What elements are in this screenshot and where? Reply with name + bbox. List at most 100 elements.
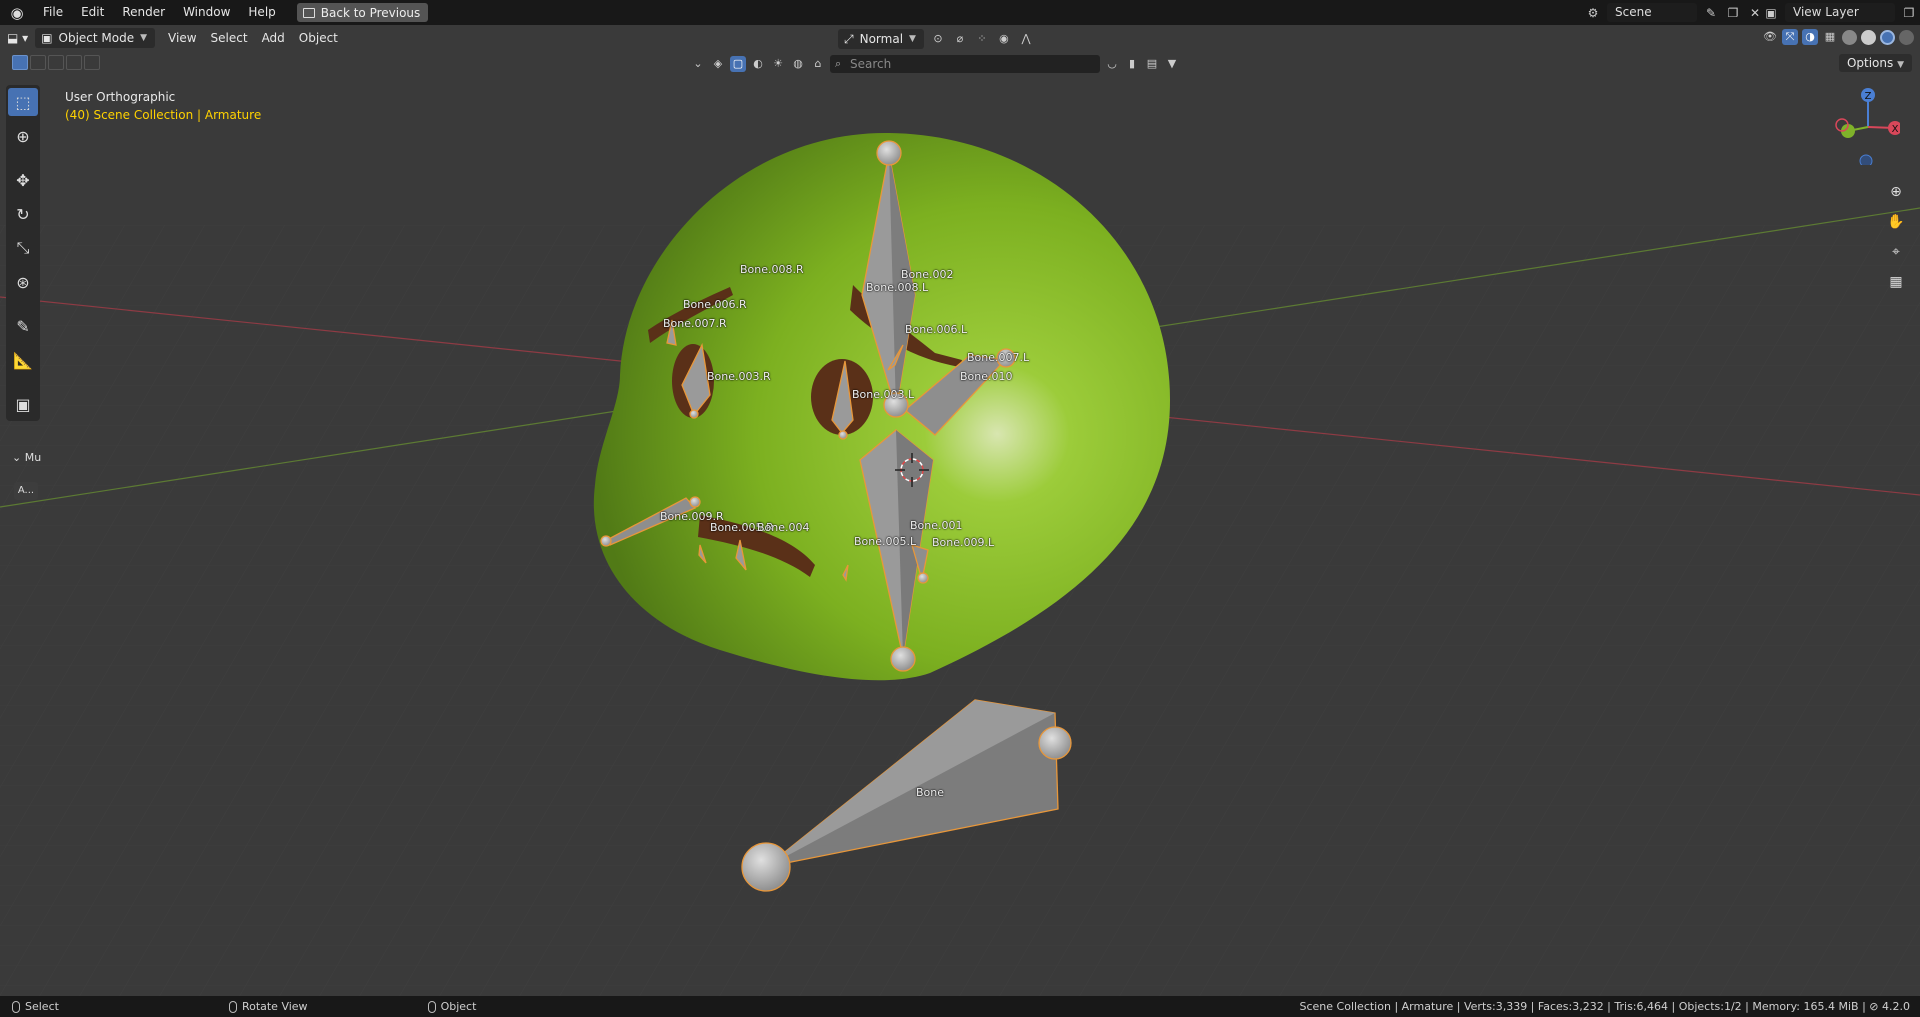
- blender-version: 4.2.0: [1882, 1000, 1910, 1013]
- select-difference-icon[interactable]: [66, 55, 82, 70]
- middle-mouse-icon: [228, 1000, 237, 1013]
- last-operator-panel[interactable]: ⌄ Mu: [12, 451, 41, 464]
- status-bar: Select Rotate View Object Scene Collecti…: [0, 996, 1920, 1017]
- solid-shading-icon[interactable]: [1861, 29, 1876, 45]
- options-button[interactable]: Options ▼: [1838, 54, 1912, 72]
- navigation-gizmo[interactable]: Z X: [1820, 85, 1900, 165]
- cursor-tool-icon[interactable]: ⊕: [8, 122, 38, 150]
- top-menu-bar: ◉ File Edit Render Window Help Back to P…: [0, 0, 1920, 25]
- bookmark-icon[interactable]: ▮: [1124, 56, 1140, 72]
- menu-select[interactable]: Select: [204, 28, 255, 48]
- bone-label: Bone.001: [910, 519, 963, 532]
- editor-type-icon[interactable]: ⬓ ▾: [0, 28, 35, 48]
- object-type-icon[interactable]: ◈: [710, 56, 726, 72]
- rotate-tool-icon[interactable]: ↻: [8, 200, 38, 228]
- gizmo-toggle-icon[interactable]: ⤧: [1782, 29, 1798, 45]
- collection-info: (40) Scene Collection | Armature: [65, 108, 262, 122]
- mode-dropdown[interactable]: ▣ Object Mode ▼: [35, 28, 156, 48]
- bone-label: Bone.008.L: [866, 281, 929, 294]
- bone-label: Bone: [916, 786, 945, 799]
- view-layer-selector: ▣ View Layer ❐ ✕: [1763, 3, 1920, 22]
- world-filter-icon[interactable]: ◍: [790, 56, 806, 72]
- snap-target-icon[interactable]: ⁘: [974, 31, 990, 47]
- bone-label: Bone.003.R: [707, 370, 771, 383]
- last-operator-button[interactable]: A...: [14, 482, 38, 500]
- gizmo-x-label: X: [1892, 124, 1899, 135]
- bone-label: Bone.004: [757, 521, 810, 534]
- clear-search-icon[interactable]: ◡: [1104, 56, 1120, 72]
- bone-label: Bone.003.L: [852, 388, 915, 401]
- move-tool-icon[interactable]: ✥: [8, 166, 38, 194]
- status-rotate-hint: Rotate View: [228, 1000, 308, 1013]
- 3d-viewport[interactable]: ⬓ ▾ ▣ Object Mode ▼ View Select Add Obje…: [0, 25, 1920, 1005]
- bone-label: Bone.005.L: [854, 535, 917, 548]
- bone-label: Bone.002: [901, 268, 954, 281]
- scene-name-field[interactable]: Scene: [1607, 3, 1697, 22]
- scene-icon[interactable]: ⚙: [1585, 5, 1601, 21]
- visibility-icon[interactable]: 👁: [1762, 29, 1778, 45]
- proportional-edit-icon[interactable]: ◉: [996, 31, 1012, 47]
- filter-collapse-icon[interactable]: ⌄: [690, 56, 706, 72]
- menu-object[interactable]: Object: [292, 28, 345, 48]
- back-to-previous-button[interactable]: Back to Previous: [296, 3, 429, 22]
- select-subtract-icon[interactable]: [48, 55, 64, 70]
- filter-icon[interactable]: ▼: [1164, 56, 1180, 72]
- new-scene-icon[interactable]: ❐: [1725, 5, 1741, 21]
- select-new-icon[interactable]: [12, 55, 28, 70]
- falloff-icon[interactable]: ⋀: [1018, 31, 1034, 47]
- menu-file[interactable]: File: [34, 0, 72, 25]
- material-filter-icon[interactable]: ◐: [750, 56, 766, 72]
- view-layer-icon[interactable]: ▣: [1763, 5, 1779, 21]
- status-object-label: Object: [440, 1000, 477, 1013]
- select-extend-icon[interactable]: [30, 55, 46, 70]
- zoom-icon[interactable]: ⊕: [1884, 180, 1908, 204]
- ortho-grid-icon[interactable]: ▦: [1884, 270, 1908, 294]
- chevron-down-icon: ▼: [1897, 60, 1904, 70]
- pan-hand-icon[interactable]: ✋: [1884, 210, 1908, 234]
- orientation-label: Normal: [859, 32, 904, 46]
- menu-help[interactable]: Help: [239, 0, 284, 25]
- bone-label: Bone.007.L: [967, 351, 1030, 364]
- display-mode-icon[interactable]: ▤: [1144, 56, 1160, 72]
- menu-render[interactable]: Render: [113, 0, 174, 25]
- view-layer-field[interactable]: View Layer: [1785, 3, 1895, 22]
- blender-logo-icon[interactable]: ◉: [0, 0, 34, 25]
- measure-tool-icon[interactable]: 📐: [8, 346, 38, 374]
- new-view-layer-icon[interactable]: ❐: [1901, 5, 1917, 21]
- menu-edit[interactable]: Edit: [72, 0, 113, 25]
- snap-icon[interactable]: ⌀: [952, 31, 968, 47]
- scale-tool-icon[interactable]: ⤡: [8, 234, 38, 262]
- camera-view-icon[interactable]: ⌖: [1884, 240, 1908, 264]
- gizmo-z-label: Z: [1865, 91, 1872, 102]
- material-shading-icon[interactable]: [1880, 29, 1895, 45]
- select-box-tool-icon[interactable]: ⬚: [8, 88, 38, 116]
- orientation-icon: ⤢: [844, 32, 854, 46]
- bone-label: Bone.009.L: [932, 536, 995, 549]
- menu-view[interactable]: View: [161, 28, 203, 48]
- overlay-toggle-icon[interactable]: ◑: [1802, 29, 1818, 45]
- wireframe-shading-icon[interactable]: [1842, 29, 1857, 45]
- pin-icon[interactable]: ✎: [1703, 5, 1719, 21]
- rendered-shading-icon[interactable]: [1899, 29, 1914, 45]
- chevron-down-icon: ▼: [140, 33, 148, 43]
- xray-icon[interactable]: ▦: [1822, 29, 1838, 45]
- mesh-filter-icon[interactable]: ▢: [730, 56, 746, 72]
- select-intersect-icon[interactable]: [84, 55, 100, 70]
- search-icon: ⌕: [835, 57, 842, 70]
- selection-mode-buttons: [12, 55, 100, 70]
- pivot-icon[interactable]: ⊙: [930, 31, 946, 47]
- transform-tools: ⤢ Normal ▼ ⊙ ⌀ ⁘ ◉ ⋀: [838, 29, 1034, 49]
- menu-window[interactable]: Window: [174, 0, 239, 25]
- annotate-tool-icon[interactable]: ✎: [8, 312, 38, 340]
- bone-label: Bone.006.L: [905, 323, 968, 336]
- close-scene-icon[interactable]: ✕: [1747, 5, 1763, 21]
- transform-orientation-dropdown[interactable]: ⤢ Normal ▼: [838, 29, 924, 49]
- add-cube-tool-icon[interactable]: ▣: [8, 390, 38, 418]
- menu-add[interactable]: Add: [255, 28, 292, 48]
- transform-tool-icon[interactable]: ⊛: [8, 268, 38, 296]
- camera-filter-icon[interactable]: ⌂: [810, 56, 826, 72]
- last-operator-label: Mu: [24, 451, 42, 464]
- viewport-info: User Orthographic (40) Scene Collection …: [65, 88, 261, 124]
- search-input[interactable]: ⌕ Search: [830, 55, 1100, 73]
- light-filter-icon[interactable]: ☀: [770, 56, 786, 72]
